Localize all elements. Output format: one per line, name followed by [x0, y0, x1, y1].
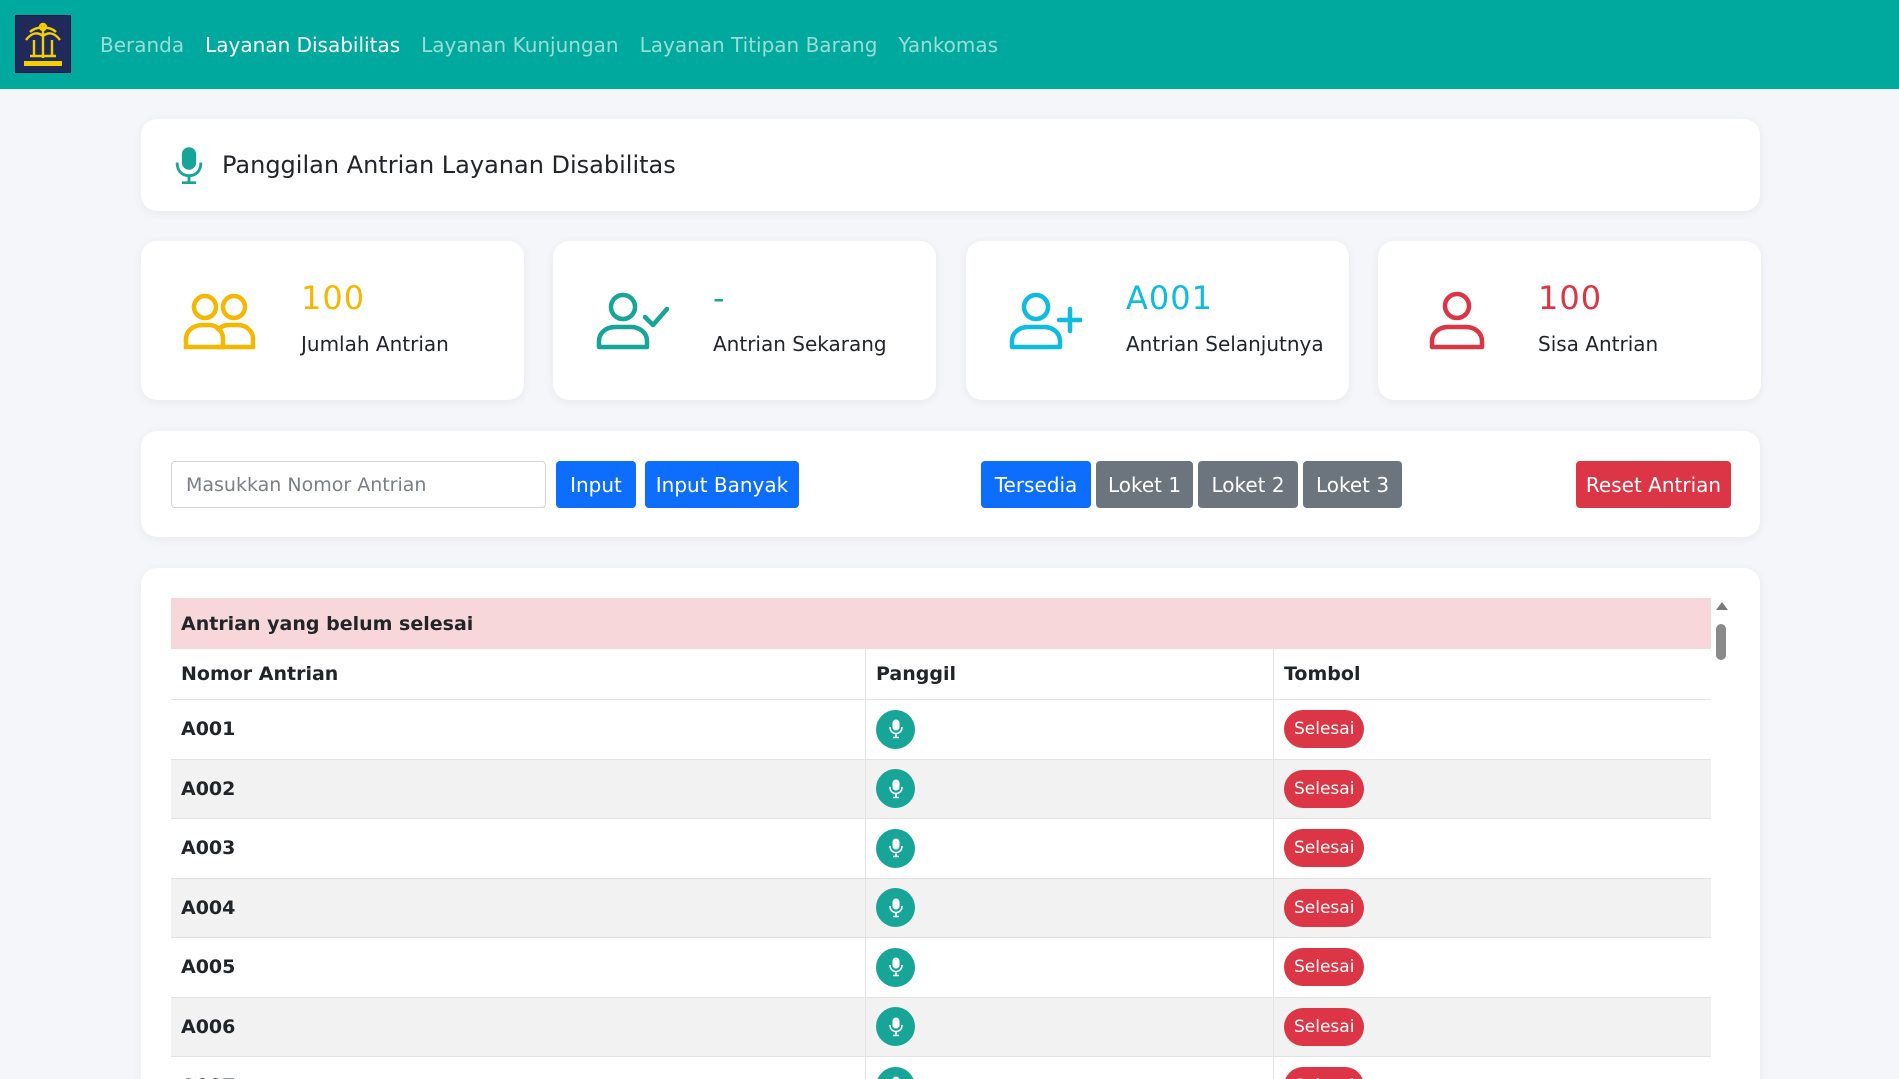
- table-row: A006 Selesai: [171, 997, 1711, 1057]
- call-queue-button[interactable]: [876, 1007, 915, 1047]
- top-navbar: Beranda Layanan Disabilitas Layanan Kunj…: [0, 0, 1899, 89]
- queue-number: A003: [171, 819, 866, 878]
- action-cell: Selesai: [1274, 938, 1711, 997]
- finish-queue-button[interactable]: Selesai: [1284, 888, 1365, 927]
- pengayoman-emblem-icon: [24, 22, 62, 66]
- stat-card-remaining: 100 Sisa Antrian: [1378, 241, 1761, 400]
- finish-queue-button[interactable]: Selesai: [1284, 829, 1365, 868]
- stat-label-current: Antrian Sekarang: [713, 332, 887, 356]
- nav-link-layanan-kunjungan[interactable]: Layanan Kunjungan: [421, 33, 618, 57]
- stat-label-remaining: Sisa Antrian: [1538, 332, 1659, 356]
- column-header-call: Panggil: [866, 649, 1274, 699]
- finish-queue-button[interactable]: Selesai: [1284, 948, 1365, 987]
- call-cell: [866, 1057, 1274, 1079]
- counter-3-button[interactable]: Loket 3: [1303, 461, 1402, 508]
- table-row: A007 Selesai: [171, 1057, 1711, 1079]
- call-queue-button[interactable]: [876, 888, 915, 928]
- table-row: A005 Selesai: [171, 938, 1711, 998]
- reset-queue-button[interactable]: Reset Antrian: [1576, 461, 1731, 508]
- queue-number: A005: [171, 938, 866, 997]
- microphone-icon: [888, 957, 903, 977]
- counter-1-button[interactable]: Loket 1: [1096, 461, 1193, 508]
- call-cell: [866, 700, 1274, 759]
- table-scrollbar[interactable]: [1713, 598, 1729, 1079]
- queue-controls-card: Input Input Banyak Tersedia Loket 1 Loke…: [141, 431, 1760, 537]
- queue-number: A001: [171, 700, 866, 759]
- action-cell: Selesai: [1274, 700, 1711, 759]
- nav-menu: Beranda Layanan Disabilitas Layanan Kunj…: [100, 0, 998, 89]
- table-row: A002 Selesai: [171, 759, 1711, 819]
- finish-queue-button[interactable]: Selesai: [1284, 1067, 1365, 1079]
- stat-value-next: A001: [1126, 279, 1213, 317]
- column-header-number: Nomor Antrian: [171, 649, 866, 699]
- microphone-icon: [175, 147, 203, 184]
- table-row: A004 Selesai: [171, 878, 1711, 938]
- finish-queue-button[interactable]: Selesai: [1284, 710, 1365, 749]
- table-row: A001 Selesai: [171, 700, 1711, 760]
- call-queue-button[interactable]: [876, 709, 915, 749]
- nav-link-beranda[interactable]: Beranda: [100, 33, 184, 57]
- microphone-icon: [888, 898, 903, 918]
- call-cell: [866, 819, 1274, 878]
- pending-queue-card: Antrian yang belum selesai Nomor Antrian…: [141, 568, 1760, 1079]
- call-queue-button[interactable]: [876, 1066, 915, 1079]
- finish-queue-button[interactable]: Selesai: [1284, 1007, 1365, 1046]
- scroll-thumb[interactable]: [1716, 624, 1726, 660]
- nav-link-layanan-titipan-barang[interactable]: Layanan Titipan Barang: [640, 33, 878, 57]
- finish-queue-button[interactable]: Selesai: [1284, 769, 1365, 808]
- nav-link-yankomas[interactable]: Yankomas: [898, 33, 998, 57]
- user-check-icon: [596, 292, 669, 350]
- queue-number: A002: [171, 759, 866, 818]
- stat-value-current: -: [713, 279, 726, 317]
- page-title: Panggilan Antrian Layanan Disabilitas: [222, 151, 676, 179]
- action-cell: Selesai: [1274, 760, 1711, 819]
- call-queue-button[interactable]: [876, 769, 915, 809]
- available-button[interactable]: Tersedia: [981, 461, 1091, 508]
- call-cell: [866, 878, 1274, 937]
- stat-label-total: Jumlah Antrian: [301, 332, 449, 356]
- call-cell: [866, 997, 1274, 1056]
- microphone-icon: [888, 838, 903, 858]
- brand-logo[interactable]: [15, 15, 71, 73]
- table-caption: Antrian yang belum selesai: [171, 598, 1711, 649]
- stat-value-total: 100: [301, 279, 366, 317]
- table-row: A003 Selesai: [171, 819, 1711, 879]
- action-cell: Selesai: [1274, 819, 1711, 878]
- counter-2-button[interactable]: Loket 2: [1198, 461, 1298, 508]
- input-many-button[interactable]: Input Banyak: [645, 461, 799, 508]
- page-title-card: Panggilan Antrian Layanan Disabilitas: [141, 119, 1760, 211]
- input-button[interactable]: Input: [556, 461, 636, 508]
- stat-card-next: A001 Antrian Selanjutnya: [966, 241, 1349, 400]
- scroll-up-arrow-icon[interactable]: [1716, 602, 1728, 610]
- action-cell: Selesai: [1274, 879, 1711, 938]
- stat-card-total: 100 Jumlah Antrian: [141, 241, 524, 400]
- microphone-icon: [888, 1017, 903, 1037]
- column-header-action: Tombol: [1284, 663, 1361, 685]
- stat-card-current: - Antrian Sekarang: [553, 241, 936, 400]
- stat-label-next: Antrian Selanjutnya: [1126, 332, 1324, 356]
- stat-value-remaining: 100: [1538, 279, 1603, 317]
- call-cell: [866, 938, 1274, 997]
- queue-number: A006: [171, 997, 866, 1056]
- queue-number: A004: [171, 878, 866, 937]
- queue-number: A007: [171, 1057, 866, 1079]
- call-queue-button[interactable]: [876, 828, 915, 868]
- pending-queue-table: Antrian yang belum selesai Nomor Antrian…: [171, 598, 1711, 1079]
- users-icon: [183, 293, 256, 350]
- action-cell: Selesai: [1274, 1057, 1711, 1079]
- action-cell: Selesai: [1274, 998, 1711, 1057]
- call-queue-button[interactable]: [876, 947, 915, 987]
- table-header-row: Nomor Antrian Panggil Tombol: [171, 649, 1711, 700]
- user-plus-icon: [1009, 292, 1082, 350]
- microphone-icon: [888, 719, 903, 739]
- call-cell: [866, 759, 1274, 818]
- queue-number-input[interactable]: [171, 461, 546, 508]
- user-icon: [1429, 291, 1485, 350]
- nav-link-layanan-disabilitas[interactable]: Layanan Disabilitas: [205, 33, 400, 57]
- microphone-icon: [888, 779, 903, 799]
